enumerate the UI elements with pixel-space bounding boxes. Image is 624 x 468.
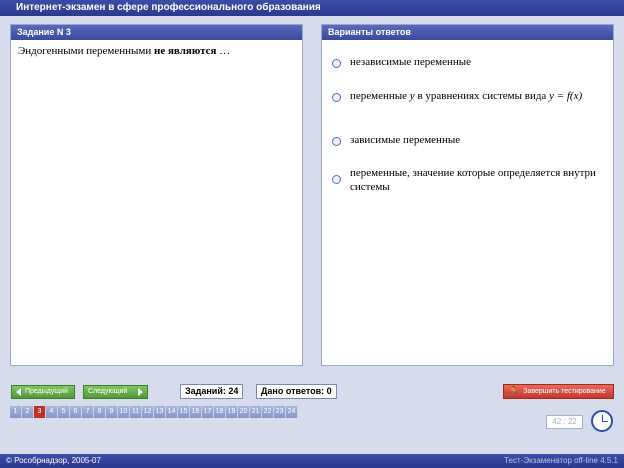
page-button-3[interactable]: 3 [34,406,46,418]
page-button-1[interactable]: 1 [10,406,22,418]
timer-display: 42 : 22 [546,415,583,429]
copyright-text: © Рособрнадзор, 2005-07 [6,456,101,465]
page-button-8[interactable]: 8 [94,406,106,418]
page-button-21[interactable]: 21 [250,406,262,418]
prev-button[interactable]: Предыдущий [11,385,75,399]
answer-option-formula: y = f(x) [549,90,583,102]
window-title: Интернет-экзамен в сфере профессионально… [0,0,624,16]
question-text-prefix: Эндогенными переменными [18,45,155,57]
page-button-16[interactable]: 16 [190,406,202,418]
clock-icon [591,410,613,432]
radio-button[interactable] [332,93,341,102]
page-button-20[interactable]: 20 [238,406,250,418]
question-page-bar: 1 2 3 4 5 6 7 8 9 10 11 12 13 14 15 16 17 18 19 20 21 22 23 24 [10,406,298,418]
answer-option-label: зависимые переменные [350,134,461,146]
page-button-15[interactable]: 15 [178,406,190,418]
answer-option-label: независимые переменные [350,56,472,68]
status-bar: © Рособрнадзор, 2005-07 Тест-Экзаменатор… [0,454,624,468]
answer-option-1[interactable]: независимые переменные [332,55,607,69]
question-panel: Задание N 3 Эндогенными переменными не я… [10,24,303,366]
page-button-23[interactable]: 23 [274,406,286,418]
answers-panel: Варианты ответов независимые переменные … [321,24,614,366]
page-button-14[interactable]: 14 [166,406,178,418]
page-button-19[interactable]: 19 [226,406,238,418]
next-button[interactable]: Следующий [83,385,148,399]
page-button-10[interactable]: 10 [118,406,130,418]
arrow-right-icon [138,388,143,396]
answer-option-label: переменные y в уравнениях системы вида y… [350,89,582,103]
question-header: Задание N 3 [11,25,302,40]
prev-button-label: Предыдущий [25,388,68,395]
answer-option-3[interactable]: зависимые переменные [332,133,607,147]
question-text: Эндогенными переменными не являются … [11,40,302,62]
answer-option-label-middle: в уравнениях системы вида [414,90,550,102]
finish-test-label: Завершить тестирование [523,388,606,395]
page-button-17[interactable]: 17 [202,406,214,418]
app-version-text: Тест-Экзаменатор off-line 4.5.1 [504,456,618,465]
radio-button[interactable] [332,59,341,68]
radio-button[interactable] [332,137,341,146]
page-button-22[interactable]: 22 [262,406,274,418]
page-button-11[interactable]: 11 [130,406,142,418]
page-button-6[interactable]: 6 [70,406,82,418]
runner-icon: 🏃 [508,386,520,396]
page-button-9[interactable]: 9 [106,406,118,418]
finish-test-button[interactable]: 🏃 Завершить тестирование [503,384,614,399]
page-button-2[interactable]: 2 [22,406,34,418]
answered-count: Дано ответов: 0 [256,384,337,399]
answer-option-label: переменные, значение которые определяетс… [350,167,596,193]
page-button-12[interactable]: 12 [142,406,154,418]
answer-option-2[interactable]: переменные y в уравнениях системы вида y… [332,89,607,103]
page-button-24[interactable]: 24 [286,406,298,418]
answer-option-label-prefix: переменные [350,90,410,102]
answer-option-4[interactable]: переменные, значение которые определяетс… [332,166,607,194]
radio-button[interactable] [332,175,341,184]
arrow-left-icon [16,388,21,396]
page-button-5[interactable]: 5 [58,406,70,418]
question-text-bold: не являются [154,45,217,57]
answers-header: Варианты ответов [322,25,613,40]
next-button-label: Следующий [88,388,128,395]
page-button-4[interactable]: 4 [46,406,58,418]
question-text-suffix: … [216,45,231,57]
tasks-count: Заданий: 24 [180,384,244,399]
page-button-18[interactable]: 18 [214,406,226,418]
page-button-7[interactable]: 7 [82,406,94,418]
page-button-13[interactable]: 13 [154,406,166,418]
